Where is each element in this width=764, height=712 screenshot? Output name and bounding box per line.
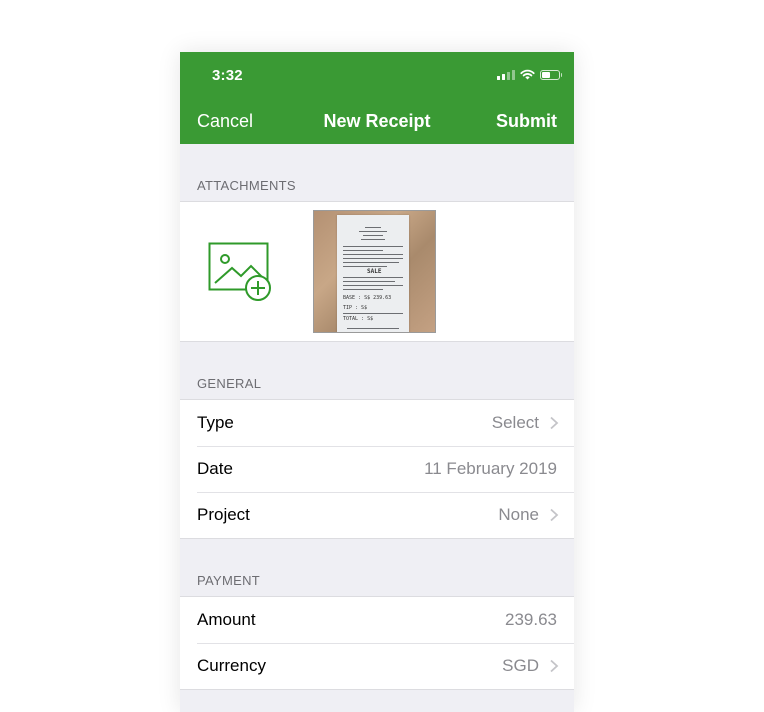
receipt-line: TOTAL : S$ bbox=[343, 316, 374, 322]
receipt-line: BASE : S$ 239.63 bbox=[343, 295, 392, 301]
date-value: 11 February 2019 bbox=[424, 459, 557, 478]
battery-icon bbox=[540, 69, 562, 80]
general-section-header: GENERAL bbox=[180, 342, 574, 400]
type-row[interactable]: Type Select bbox=[180, 400, 574, 446]
wifi-icon bbox=[520, 69, 535, 80]
currency-row[interactable]: Currency SGD bbox=[180, 643, 574, 689]
general-header-label: GENERAL bbox=[197, 376, 262, 391]
currency-value: SGD bbox=[502, 656, 539, 675]
receipt-image: SALE BASE : S$ 239.63 TIP : S$ TOTAL : S… bbox=[337, 215, 409, 332]
cancel-button[interactable]: Cancel bbox=[197, 111, 253, 132]
amount-value[interactable]: 239.63 bbox=[505, 610, 557, 630]
attachments-header-label: ATTACHMENTS bbox=[197, 178, 296, 193]
payment-group: Amount 239.63 Currency SGD bbox=[180, 597, 574, 690]
type-label: Type bbox=[197, 413, 234, 432]
chevron-right-icon bbox=[550, 416, 559, 430]
amount-label: Amount bbox=[197, 610, 256, 629]
amount-row[interactable]: Amount 239.63 bbox=[180, 597, 574, 643]
add-photo-icon[interactable] bbox=[208, 242, 274, 302]
currency-label: Currency bbox=[197, 656, 266, 675]
payment-section-header: PAYMENT bbox=[180, 539, 574, 597]
page-title: New Receipt bbox=[323, 111, 431, 131]
type-value: Select bbox=[491, 413, 539, 432]
status-icons bbox=[497, 69, 562, 80]
date-row[interactable]: Date 11 February 2019 bbox=[180, 446, 574, 492]
project-value: None bbox=[498, 505, 539, 524]
attachments-panel: SALE BASE : S$ 239.63 TIP : S$ TOTAL : S… bbox=[180, 202, 574, 342]
project-row[interactable]: Project None bbox=[180, 492, 574, 538]
date-label: Date bbox=[197, 459, 233, 478]
receipt-line: TIP : S$ bbox=[343, 305, 368, 311]
chevron-right-icon bbox=[550, 659, 559, 673]
receipt-thumbnail[interactable]: SALE BASE : S$ 239.63 TIP : S$ TOTAL : S… bbox=[313, 210, 436, 333]
receipt-sale-text: SALE bbox=[367, 268, 382, 275]
status-time: 3:32 bbox=[212, 67, 243, 84]
submit-button[interactable]: Submit bbox=[496, 111, 557, 132]
payment-header-label: PAYMENT bbox=[197, 573, 261, 588]
chevron-right-icon bbox=[550, 508, 559, 522]
general-group: Type Select Date 11 February 2019 Projec… bbox=[180, 400, 574, 539]
top-bar: 3:32 Cancel New Receipt Submit bbox=[180, 52, 574, 144]
project-label: Project bbox=[197, 505, 250, 524]
cellular-signal-icon bbox=[497, 69, 515, 80]
attachments-section-header: ATTACHMENTS bbox=[180, 144, 574, 202]
phone-screen: 3:32 Cancel New Receipt Submit ATTACHMEN… bbox=[180, 52, 574, 712]
nav-bar: Cancel New Receipt Submit bbox=[180, 109, 574, 135]
